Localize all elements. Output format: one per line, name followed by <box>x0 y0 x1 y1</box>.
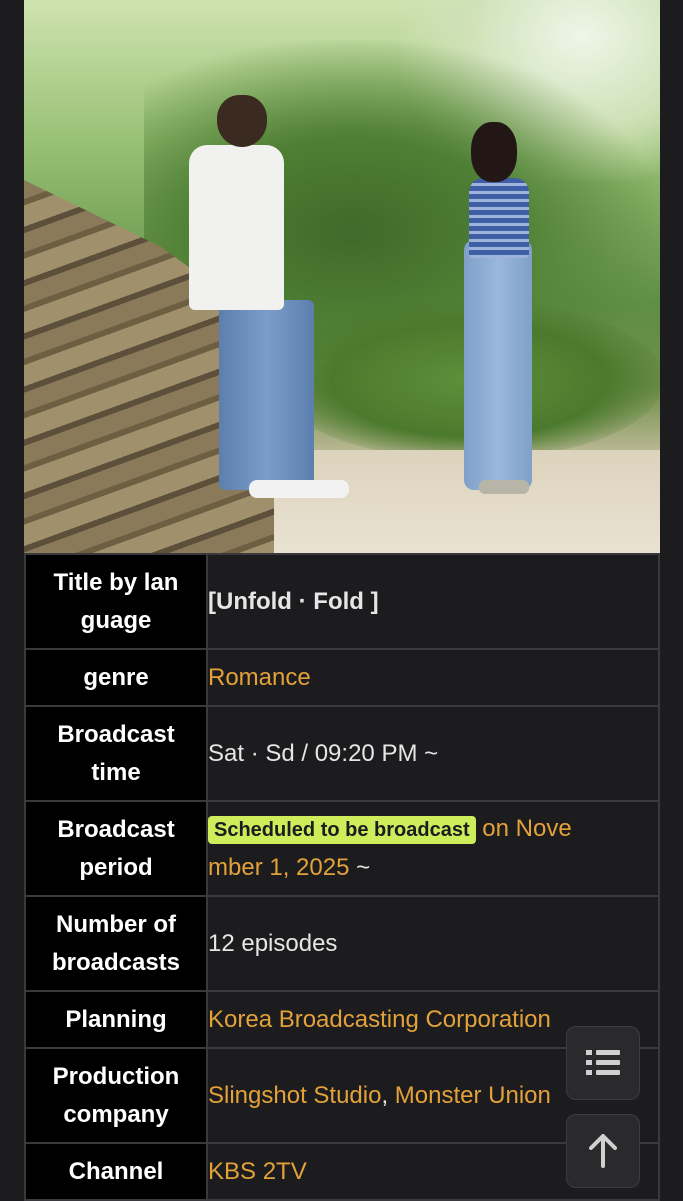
row-label-production-company: Production company <box>24 1047 208 1144</box>
row-value-episodes: 12 episodes <box>206 895 660 992</box>
row-label-number-of-broadcasts: Number of broadcasts <box>24 895 208 992</box>
table-row: genre Romance <box>24 648 660 707</box>
genre-link[interactable]: Romance <box>208 664 311 691</box>
info-table: Title by lan guage [Unfold · Fold ] genre… <box>24 553 660 1201</box>
row-label-broadcast-time: Broadcast time <box>24 705 208 802</box>
scroll-to-top-button[interactable] <box>566 1114 640 1188</box>
row-label-genre: genre <box>24 648 208 707</box>
article-content: Title by lan guage [Unfold · Fold ] genre… <box>24 0 660 1201</box>
row-value-broadcast-period: Scheduled to be broadcast on Nove mber 1,… <box>206 800 660 897</box>
row-value-title: [Unfold · Fold ] <box>206 553 660 650</box>
scheduled-badge: Scheduled to be broadcast <box>208 816 476 844</box>
table-row: Broadcast period Scheduled to be broadcas… <box>24 800 660 897</box>
arrow-up-icon <box>588 1134 618 1168</box>
table-row: Broadcast time Sat · Sd / 09:20 PM ~ <box>24 705 660 802</box>
production-company-link-1[interactable]: Slingshot Studio <box>208 1082 381 1109</box>
table-row: Title by lan guage [Unfold · Fold ] <box>24 553 660 650</box>
table-row: Number of broadcasts 12 episodes <box>24 895 660 992</box>
table-of-contents-button[interactable] <box>566 1026 640 1100</box>
row-label-title: Title by lan guage <box>24 553 208 650</box>
list-icon <box>586 1048 620 1078</box>
row-label-planning: Planning <box>24 990 208 1049</box>
production-company-link-2[interactable]: Monster Union <box>395 1082 551 1109</box>
table-row: Planning Korea Broadcasting Corporation <box>24 990 660 1049</box>
channel-link[interactable]: KBS 2TV <box>208 1158 307 1185</box>
table-row: Channel KBS 2TV <box>24 1142 660 1201</box>
table-row: Production company Slingshot Studio, Mons… <box>24 1047 660 1144</box>
planning-link[interactable]: Korea Broadcasting Corporation <box>208 1006 551 1033</box>
row-label-broadcast-period: Broadcast period <box>24 800 208 897</box>
row-value-genre: Romance <box>206 648 660 707</box>
drama-poster-image <box>24 0 660 553</box>
row-value-broadcast-time: Sat · Sd / 09:20 PM ~ <box>206 705 660 802</box>
row-label-channel: Channel <box>24 1142 208 1201</box>
